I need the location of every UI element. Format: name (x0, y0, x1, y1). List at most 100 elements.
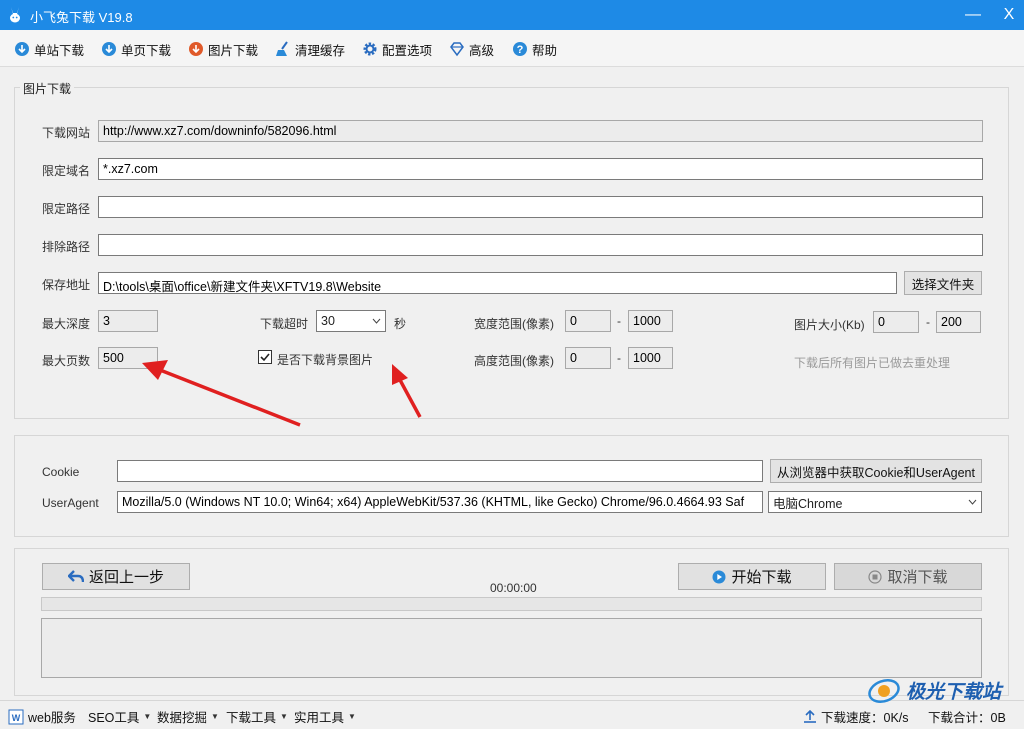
domain-input[interactable]: *.xz7.com (98, 158, 983, 180)
chevron-down-icon (968, 499, 977, 505)
watermark-text: 极光下载站 (906, 681, 1002, 703)
range-dash: - (926, 315, 930, 329)
toolbar-image-download[interactable]: 图片下载 (188, 39, 258, 59)
rabbit-logo-icon (10, 7, 20, 23)
toolbar-settings[interactable]: 配置选项 (362, 39, 432, 59)
statusbar-label: web服务 (28, 711, 76, 725)
svg-text:W: W (12, 713, 21, 723)
statusbar-data-mining[interactable]: 数据挖掘 ▼ (157, 707, 219, 726)
cookie-label: Cookie (42, 465, 80, 479)
play-circle-icon (712, 570, 726, 583)
timeout-label: 下载超时 (260, 317, 309, 331)
save-path-input[interactable]: D:\tools\桌面\office\新建文件夹\XFTV19.8\Websit… (98, 272, 897, 294)
toolbar-single-site[interactable]: 单站下载 (14, 39, 84, 59)
width-max-input[interactable]: 1000 (628, 310, 673, 332)
timeout-select[interactable]: 30 (316, 310, 386, 332)
toolbar-label: 图片下载 (208, 43, 259, 58)
help-circle-icon: ? (513, 42, 527, 56)
diamond-icon (450, 42, 464, 57)
useragent-input[interactable]: Mozilla/5.0 (Windows NT 10.0; Win64; x64… (117, 491, 763, 513)
download-total-text: 下载合计：0B (928, 711, 1006, 725)
start-download-button[interactable]: 开始下载 (678, 563, 826, 590)
toolbar-help[interactable]: ? 帮助 (512, 39, 557, 59)
ua-preset-select[interactable]: 电脑Chrome (768, 491, 982, 513)
dropdown-triangle-icon: ▼ (348, 712, 356, 721)
toolbar-single-page[interactable]: 单页下载 (101, 39, 171, 59)
window-title: 小飞兔下载 V19.8 (30, 10, 133, 25)
width-range-label: 宽度范围(像素) (474, 317, 554, 331)
useragent-label: UserAgent (42, 496, 99, 510)
url-label: 下载网站 (42, 126, 91, 140)
minimize-button[interactable]: — (958, 4, 988, 26)
exclude-input[interactable] (98, 234, 983, 256)
download-circle-icon (102, 42, 116, 56)
size-range-label: 图片大小(Kb) (794, 318, 865, 332)
max-pages-label: 最大页数 (42, 354, 91, 368)
statusbar-label: SEO工具 (88, 711, 140, 725)
upload-icon (804, 709, 816, 723)
width-min-input[interactable]: 0 (565, 310, 611, 332)
watermark-logo-icon (868, 679, 900, 703)
cancel-download-button[interactable]: 取消下载 (834, 563, 982, 590)
dropdown-triangle-icon: ▼ (280, 712, 288, 721)
statusbar-utility-tools[interactable]: 实用工具 ▼ (294, 707, 356, 726)
toolbar: 单站下载 单页下载 图片下载 清理缓存 配置选项 高级 ? 帮助 (0, 30, 1024, 67)
toolbar-label: 配置选项 (382, 43, 433, 58)
bg-image-label[interactable]: 是否下载背景图片 (277, 351, 373, 368)
stop-circle-icon (868, 569, 883, 584)
web-service-icon: W (8, 709, 24, 724)
download-speed: 下载速度：0K/s (803, 707, 909, 726)
statusbar-seo-tools[interactable]: SEO工具 ▼ (88, 707, 151, 726)
range-dash: - (617, 314, 621, 328)
download-circle-icon (15, 42, 29, 56)
path-input[interactable] (98, 196, 983, 218)
dropdown-triangle-icon: ▼ (143, 712, 152, 721)
statusbar-web-service[interactable]: W web服务 (8, 707, 76, 726)
exclude-label: 排除路径 (42, 240, 91, 254)
cancel-download-label: 取消下载 (887, 569, 948, 586)
height-range-label: 高度范围(像素) (474, 354, 554, 368)
max-depth-label: 最大深度 (42, 317, 91, 331)
ua-preset-value: 电脑Chrome (773, 496, 843, 511)
close-button[interactable]: X (994, 4, 1024, 26)
statusbar-label: 下载工具 (226, 711, 277, 725)
toolbar-label: 单页下载 (121, 43, 172, 58)
log-textarea[interactable] (41, 618, 982, 678)
height-min-input[interactable]: 0 (565, 347, 611, 369)
elapsed-timer: 00:00:00 (490, 581, 537, 595)
start-download-label: 开始下载 (731, 569, 792, 586)
dropdown-triangle-icon: ▼ (211, 712, 219, 721)
back-arrow-icon (67, 569, 84, 582)
max-depth-input[interactable]: 3 (98, 310, 158, 332)
watermark: 极光下载站 (866, 675, 1001, 705)
group-legend: 图片下载 (20, 80, 75, 97)
statusbar-download-tools[interactable]: 下载工具 ▼ (226, 707, 288, 726)
domain-label: 限定域名 (42, 164, 91, 178)
toolbar-label: 单站下载 (34, 43, 85, 58)
max-pages-input[interactable]: 500 (98, 347, 158, 369)
toolbar-label: 高级 (469, 43, 495, 58)
toolbar-label: 清理缓存 (295, 43, 346, 58)
checkmark-icon (260, 353, 270, 362)
download-speed-text: 下载速度：0K/s (821, 711, 909, 725)
url-input[interactable]: http://www.xz7.com/downinfo/582096.html (98, 120, 983, 142)
back-button[interactable]: 返回上一步 (42, 563, 190, 590)
progress-bar (41, 597, 982, 611)
timeout-unit: 秒 (394, 317, 407, 331)
get-cookie-button[interactable]: 从浏览器中获取Cookie和UserAgent (770, 459, 982, 483)
height-max-input[interactable]: 1000 (628, 347, 673, 369)
range-dash: - (617, 351, 621, 365)
download-total: 下载合计：0B (928, 707, 1006, 726)
cookie-input[interactable] (117, 460, 763, 482)
choose-folder-button[interactable]: 选择文件夹 (904, 271, 982, 295)
size-min-input[interactable]: 0 (873, 311, 919, 333)
gear-icon (363, 42, 377, 56)
svg-text:?: ? (517, 44, 524, 56)
path-label: 限定路径 (42, 202, 91, 216)
save-label: 保存地址 (42, 278, 91, 292)
download-circle-icon (189, 42, 203, 56)
toolbar-advanced[interactable]: 高级 (449, 39, 494, 59)
bg-image-checkbox[interactable] (258, 350, 272, 364)
toolbar-clear-cache[interactable]: 清理缓存 (275, 39, 345, 59)
size-max-input[interactable]: 200 (936, 311, 981, 333)
